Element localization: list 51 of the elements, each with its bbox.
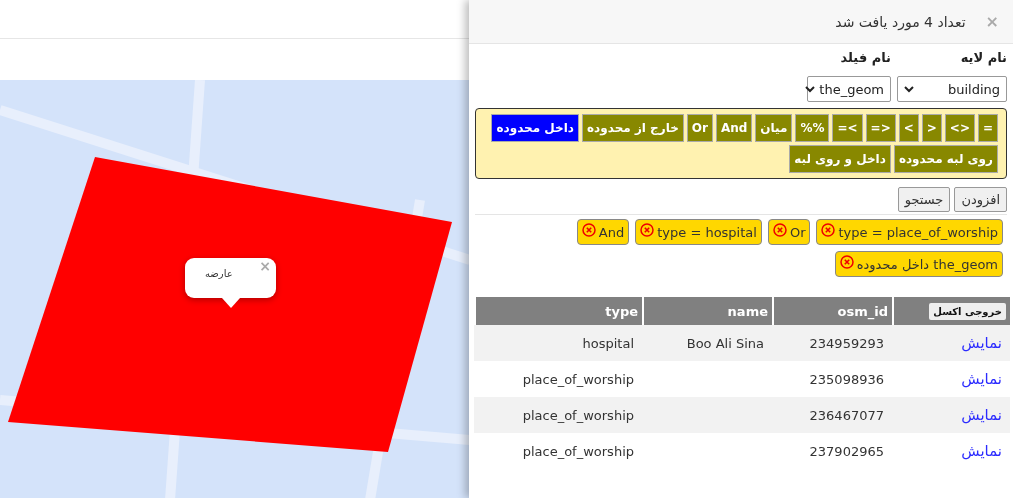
table-cell: 236467077	[809, 407, 884, 423]
show-link[interactable]: نمایش	[961, 406, 1002, 424]
caret-icon	[904, 85, 914, 93]
operator-button[interactable]: داخل محدوده	[491, 114, 579, 142]
operator-button[interactable]: =	[977, 114, 998, 142]
remove-icon[interactable]	[839, 255, 854, 269]
table-cell: hospital	[582, 335, 634, 351]
column-header: type	[474, 297, 642, 325]
operator-button[interactable]: میان	[755, 114, 793, 142]
popup-text: عارضه	[205, 268, 233, 279]
remove-icon[interactable]	[640, 223, 655, 237]
remove-icon[interactable]	[772, 223, 787, 237]
condition-chip[interactable]: type = place_of_worship	[816, 219, 1003, 245]
operator-button[interactable]: And	[715, 114, 753, 142]
table-cell: place_of_worship	[522, 443, 634, 459]
operator-button[interactable]: Or	[686, 114, 713, 142]
show-link[interactable]: نمایش	[961, 442, 1002, 460]
show-link[interactable]: نمایش	[961, 334, 1002, 352]
condition-chip[interactable]: type = hospital	[635, 219, 762, 245]
operator-button[interactable]: =<	[832, 114, 863, 142]
table-cell: 235098936	[809, 371, 884, 387]
table-cell: place_of_worship	[522, 407, 634, 423]
operator-button[interactable]: خارج از محدوده	[582, 114, 684, 142]
table-cell: 234959293	[809, 335, 884, 351]
layer-select[interactable]: building	[897, 76, 1007, 102]
caret-icon	[805, 85, 816, 93]
search-button[interactable]: جستجو	[897, 187, 951, 212]
field-label: نام فیلد	[839, 50, 891, 68]
table-cell: place_of_worship	[522, 371, 634, 387]
operator-button[interactable]: =>	[865, 114, 896, 142]
operator-button[interactable]: >	[921, 114, 942, 142]
remove-icon[interactable]	[821, 223, 836, 237]
operator-button[interactable]: <>	[944, 114, 975, 142]
add-button[interactable]: افزودن	[954, 187, 1007, 212]
operator-button[interactable]: داخل و روی لبه	[789, 145, 891, 173]
operator-button[interactable]: <	[898, 114, 919, 142]
condition-chip[interactable]: Or	[767, 219, 811, 245]
field-label: نام لایه	[959, 50, 1007, 68]
operator-button[interactable]: %%	[795, 114, 830, 142]
table-cell: 237902965	[809, 443, 884, 459]
field-select[interactable]: the_geom	[807, 76, 891, 102]
panel-title: تعداد 4 مورد یافت شد	[835, 13, 966, 30]
show-link[interactable]: نمایش	[961, 370, 1002, 388]
column-header: name	[642, 297, 772, 325]
condition-chip[interactable]: the_geom داخل محدوده	[834, 251, 1003, 277]
remove-icon[interactable]	[581, 223, 596, 237]
table-cell: Boo Ali Sina	[686, 335, 764, 351]
export-button[interactable]: خروجی اکسل	[929, 302, 1006, 320]
column-header: osm_id	[772, 297, 892, 325]
condition-chip[interactable]: And	[576, 219, 630, 245]
operator-button[interactable]: روی لبه محدوده	[893, 145, 998, 173]
